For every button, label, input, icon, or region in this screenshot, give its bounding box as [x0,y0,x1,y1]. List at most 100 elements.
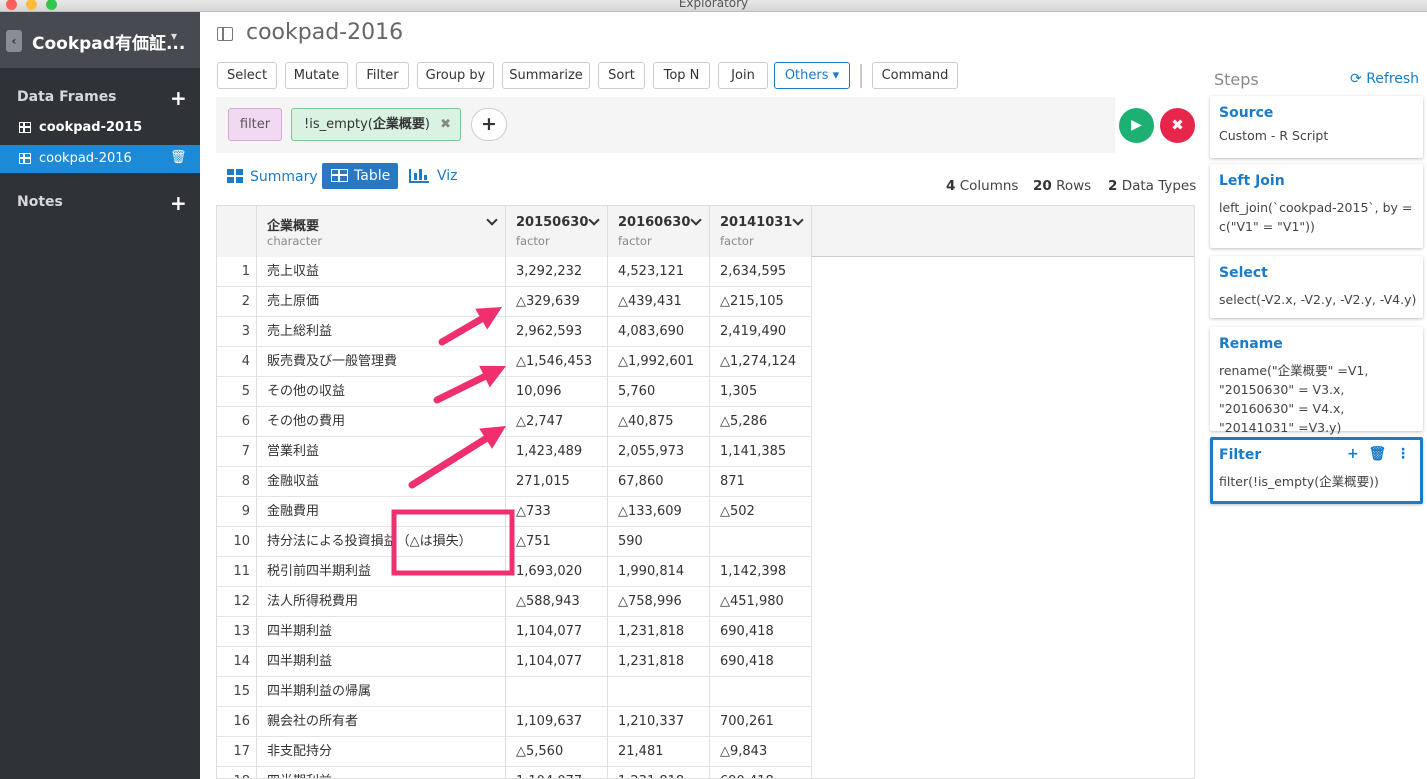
trash-icon[interactable]: 🗑 [170,150,187,165]
step-description: filter(!is_empty(企業概要)) [1219,474,1379,489]
cell-20141031: 871 [710,467,812,497]
row-index: 5 [217,377,257,407]
cell-kigyo-gaiyo: 税引前四半期利益 [257,557,506,587]
sidebar-item-cookpad-2015[interactable]: cookpad-2015 [0,114,200,142]
table-row[interactable]: 10 持分法による投資損益（△は損失） △751 590 [217,527,812,557]
column-header-20150630[interactable]: 20150630 factor [506,206,608,257]
cell-kigyo-gaiyo: 四半期利益の帰属 [257,677,506,707]
page-title: cookpad-2016 [246,20,404,45]
back-chevron-icon[interactable]: ‹ [6,30,22,52]
table-row[interactable]: 6 その他の費用 △2,747 △40,875 △5,286 [217,407,812,437]
step-filter[interactable]: Filter + 🗑 ⋮ filter(!is_empty(企業概要)) [1210,437,1423,504]
tab-viz[interactable]: Viz [409,163,459,189]
cell-20160630: 4,523,121 [608,257,710,287]
step-left-join[interactable]: Left Join left_join(`cookpad-2015`, by =… [1210,164,1423,248]
table-row[interactable]: 16 親会社の所有者 1,109,637 1,210,337 700,261 [217,707,812,737]
table-row[interactable]: 8 金融収益 271,015 67,860 871 [217,467,812,497]
step-type-chip[interactable]: filter [228,108,282,141]
add-step-plus-icon[interactable]: + [1347,446,1359,462]
column-header-20141031[interactable]: 20141031 factor [710,206,812,257]
mutate-button[interactable]: Mutate [285,62,348,89]
cell-20150630: 1,104,077 [506,617,608,647]
row-index: 9 [217,497,257,527]
table-row[interactable]: 1 売上収益 3,292,232 4,523,121 2,634,595 [217,257,812,287]
add-condition-button[interactable]: + [471,108,507,141]
tab-summary[interactable]: Summary [227,163,318,189]
column-type: factor [720,234,754,248]
top-n-button[interactable]: Top N [653,62,710,89]
trash-icon[interactable]: 🗑 [1368,446,1386,462]
table-row[interactable]: 18四半期利益1,104,0771,231,818690,418 [217,767,812,778]
table-row[interactable]: 2 売上原価 △329,639 △439,431 △215,105 [217,287,812,317]
more-vertical-icon[interactable]: ⋮ [1396,446,1410,462]
table-row[interactable]: 4 販売費及び一般管理費 △1,546,453 △1,992,601 △1,274,12… [217,347,812,377]
table-grid-icon [19,153,31,164]
refresh-icon: ⟳ [1350,71,1362,87]
remove-condition-icon[interactable]: ✖ [440,109,451,140]
others-dropdown-button[interactable]: Others ▾ [774,62,850,89]
tab-table[interactable]: Table [322,163,398,189]
table-row[interactable]: 11 税引前四半期利益 1,693,020 1,990,814 1,142,398 [217,557,812,587]
join-button[interactable]: Join [718,62,768,89]
select-button[interactable]: Select [217,62,277,89]
table-row[interactable]: 17 非支配持分 △5,560 21,481 △9,843 [217,737,812,767]
tab-label: Table [354,168,391,184]
group-by-button[interactable]: Group by [417,62,494,89]
step-name: Select [1219,265,1268,281]
cancel-step-button[interactable]: ✖ [1160,108,1195,143]
filter-condition-chip[interactable]: !is_empty(企業概要) ✖ [291,108,461,141]
table-row[interactable]: 15 四半期利益の帰属 [217,677,812,707]
cell-20150630: 10,096 [506,377,608,407]
step-name: Filter [1219,447,1262,463]
project-header[interactable]: ‹ Cookpad有価証... ▾ [0,12,200,68]
cell-20160630: 1,231,818 [608,617,710,647]
table-row[interactable]: 5 その他の収益 10,096 5,760 1,305 [217,377,812,407]
table-row[interactable]: 7 営業利益 1,423,489 2,055,973 1,141,385 [217,437,812,467]
cell-20160630: 5,760 [608,377,710,407]
cell-kigyo-gaiyo: 売上収益 [257,257,506,287]
data-table: 企業概要 character 20150630 factor 20160630 … [216,205,1195,779]
cell-20150630: △5,560 [506,737,608,767]
column-type: character [267,234,323,248]
cell-20160630: 1,231,818 [608,767,710,778]
chevron-down-icon[interactable]: ▾ [171,29,177,43]
step-select[interactable]: Select select(-V2.x, -V2.y, -V2.y, -V4.y… [1210,256,1423,318]
cell-20150630: 2,962,593 [506,317,608,347]
command-button[interactable]: Command [872,62,958,89]
condition-column: 企業概要 [372,117,425,132]
row-index: 16 [217,707,257,737]
row-index: 13 [217,617,257,647]
chevron-down-icon[interactable] [486,214,498,226]
step-rename[interactable]: Rename rename("企業概要" =V1, "20150630" = V… [1210,327,1423,435]
column-header-kigyo-gaiyo[interactable]: 企業概要 character [257,206,506,257]
run-step-button[interactable]: ▶ [1119,108,1154,143]
tab-label: Summary [250,169,318,185]
step-source[interactable]: Source Custom - R Script [1210,96,1423,158]
steps-title: Steps [1214,70,1259,89]
chevron-down-icon[interactable] [690,214,702,226]
table-row[interactable]: 13 四半期利益 1,104,077 1,231,818 690,418 [217,617,812,647]
row-index: 10 [217,527,257,557]
table-row[interactable]: 12 法人所得税費用 △588,943 △758,996 △451,980 [217,587,812,617]
add-note-plus-icon[interactable]: + [170,193,187,213]
cell-20160630: △133,609 [608,497,710,527]
table-row[interactable]: 14 四半期利益 1,104,077 1,231,818 690,418 [217,647,812,677]
step-name: Rename [1219,336,1283,352]
table-row[interactable]: 3 売上総利益 2,962,593 4,083,690 2,419,490 [217,317,812,347]
cell-20160630: △40,875 [608,407,710,437]
sidebar-item-cookpad-2016[interactable]: cookpad-2016 🗑 [0,145,200,173]
chevron-down-icon[interactable] [792,214,804,226]
cell-kigyo-gaiyo: その他の費用 [257,407,506,437]
filter-button[interactable]: Filter [356,62,409,89]
refresh-button[interactable]: ⟳ Refresh [1350,71,1419,87]
add-data-frame-plus-icon[interactable]: + [170,88,187,108]
cell-20150630: 3,292,232 [506,257,608,287]
panel-toggle-icon[interactable] [217,27,233,41]
row-index: 3 [217,317,257,347]
step-name: Source [1219,105,1274,121]
summarize-button[interactable]: Summarize [502,62,590,89]
chevron-down-icon[interactable] [588,214,600,226]
column-header-20160630[interactable]: 20160630 factor [608,206,710,257]
table-row[interactable]: 9 金融費用 △733 △133,609 △502 [217,497,812,527]
sort-button[interactable]: Sort [598,62,645,89]
